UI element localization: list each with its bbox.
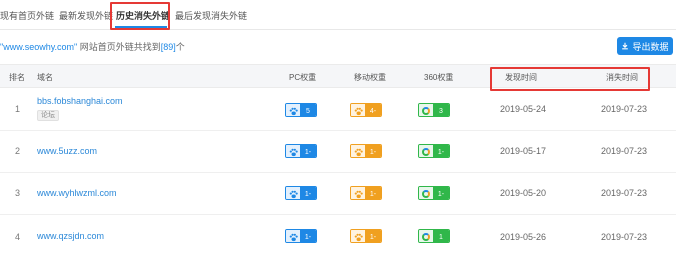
export-button[interactable]: 导出数据: [617, 37, 673, 55]
360-weight-value: 1: [433, 230, 449, 242]
tab-new-links[interactable]: 最新发现外链: [59, 9, 113, 22]
table-row: 1 bbs.fobshanghai.com 论坛 5 4- 3 2019-05-…: [0, 89, 676, 131]
mobile-weight-value: 1-: [365, 145, 381, 157]
360-weight-value: 1-: [433, 187, 449, 199]
summary-line: "www.seowhy.com" 网站首页外链共找到[89]个: [0, 40, 185, 53]
mobile-weight-badge: 1-: [350, 229, 382, 243]
paw-icon: [289, 233, 298, 241]
row-rank: 3: [15, 188, 21, 198]
found-date: 2019-05-24: [500, 104, 547, 114]
found-date: 2019-05-20: [500, 188, 547, 198]
summary-text: 网站首页外链共找到: [79, 42, 161, 52]
pc-weight-value: 5: [300, 104, 316, 116]
row-category-tag: 论坛: [37, 110, 59, 121]
360-ring-icon: [422, 190, 430, 198]
tab-current-links[interactable]: 现有首页外链: [0, 9, 54, 22]
lost-date: 2019-07-23: [601, 188, 648, 198]
tab-highlight-box: [110, 2, 170, 30]
found-date: 2019-05-26: [500, 232, 547, 242]
pc-weight-badge: 1-: [285, 144, 317, 158]
mobile-weight-badge: 1-: [350, 186, 382, 200]
mobile-weight-value: 1-: [365, 187, 381, 199]
mobile-weight-badge: 4-: [350, 103, 382, 117]
paw-icon: [354, 190, 363, 198]
paw-icon: [289, 148, 298, 156]
found-date: 2019-05-17: [500, 146, 547, 156]
pc-weight-badge: 1-: [285, 186, 317, 200]
row-domain-link[interactable]: bbs.fobshanghai.com: [37, 96, 123, 106]
row-rank: 1: [15, 104, 21, 114]
360-weight-badge: 1-: [418, 186, 450, 200]
header-pc-weight: PC权重: [289, 73, 317, 82]
360-weight-badge: 3: [418, 103, 450, 117]
360-ring-icon: [422, 107, 430, 115]
header-rank: 排名: [9, 73, 25, 82]
pc-weight-badge: 1-: [285, 229, 317, 243]
mobile-weight-badge: 1-: [350, 144, 382, 158]
pc-weight-badge: 5: [285, 103, 317, 117]
360-ring-icon: [422, 233, 430, 241]
paw-icon: [289, 107, 298, 115]
download-icon: [622, 42, 629, 50]
header-domain: 域名: [37, 73, 53, 82]
lost-date: 2019-07-23: [601, 104, 648, 114]
export-label: 导出数据: [632, 41, 669, 52]
row-domain-link[interactable]: www.wyhlwzml.com: [37, 188, 117, 198]
table-row: 4 www.qzsjdn.com 1- 1- 1 2019-05-26 2019…: [0, 215, 676, 266]
tab-last-lost-links[interactable]: 最后发现消失外链: [175, 9, 247, 22]
lost-date: 2019-07-23: [601, 232, 648, 242]
table-row: 3 www.wyhlwzml.com 1- 1- 1- 2019-05-20 2…: [0, 173, 676, 215]
table-row: 2 www.5uzz.com 1- 1- 1- 2019-05-17 2019-…: [0, 131, 676, 173]
summary-suffix: 个: [175, 42, 185, 52]
mobile-weight-value: 4-: [365, 104, 381, 116]
360-ring-icon: [422, 148, 430, 156]
header-360-weight: 360权重: [424, 73, 454, 82]
pc-weight-value: 1-: [300, 230, 316, 242]
mobile-weight-value: 1-: [365, 230, 381, 242]
pc-weight-value: 1-: [300, 187, 316, 199]
360-weight-badge: 1: [418, 229, 450, 243]
lost-date: 2019-07-23: [601, 146, 648, 156]
360-weight-value: 1-: [433, 145, 449, 157]
summary-domain[interactable]: "www.seowhy.com": [0, 42, 77, 52]
row-rank: 4: [15, 232, 21, 242]
row-rank: 2: [15, 146, 21, 156]
paw-icon: [289, 190, 298, 198]
date-columns-highlight-box: [490, 67, 650, 91]
row-domain-link[interactable]: www.5uzz.com: [37, 146, 97, 156]
summary-count: [89]: [160, 42, 176, 52]
header-mobile-weight: 移动权重: [354, 73, 386, 82]
360-weight-badge: 1-: [418, 144, 450, 158]
paw-icon: [354, 107, 363, 115]
paw-icon: [354, 233, 363, 241]
row-domain-link[interactable]: www.qzsjdn.com: [37, 231, 104, 241]
tab-bar: 现有首页外链 最新发现外链 历史消失外链 最后发现消失外链: [0, 0, 676, 30]
paw-icon: [354, 148, 363, 156]
360-weight-value: 3: [433, 104, 449, 116]
pc-weight-value: 1-: [300, 145, 316, 157]
